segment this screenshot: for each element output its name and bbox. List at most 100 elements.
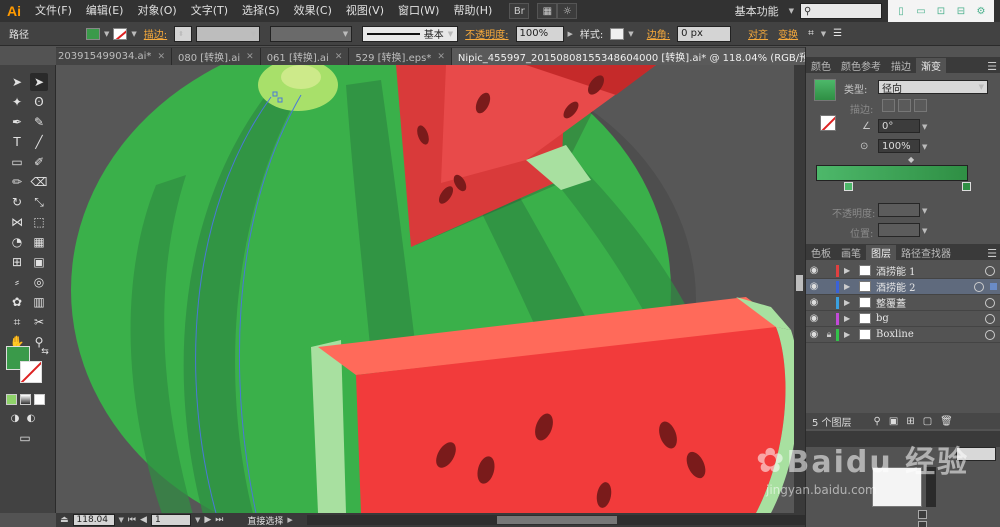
tab-doc-3[interactable]: 061 [转换].ai ✕ (260, 48, 350, 65)
free-transform-tool-icon[interactable]: ⬚ (30, 213, 48, 231)
chevron-down-icon[interactable]: ▼ (821, 30, 826, 38)
horizontal-scrollbar[interactable] (306, 515, 805, 525)
clip-checkbox[interactable] (918, 510, 927, 519)
stroke-gradient-option[interactable] (914, 99, 927, 112)
fill-swatch[interactable] (86, 27, 100, 40)
chevron-down-icon[interactable]: ▼ (922, 123, 927, 131)
aspect-ratio-field[interactable]: 100% (878, 139, 920, 153)
stroke-weight-field[interactable]: ⬍ (174, 25, 193, 42)
stop-position-field[interactable] (878, 223, 920, 237)
tab-doc-2[interactable]: 080 [转换].ai ✕ (171, 48, 261, 65)
close-icon[interactable]: ✕ (246, 52, 254, 62)
chevron-down-icon[interactable]: ▼ (131, 30, 136, 38)
opacity-field[interactable]: 100% (515, 25, 564, 42)
artboard-tool-icon[interactable]: ⌗ (8, 313, 26, 331)
first-artboard-icon[interactable]: ⏮ (128, 515, 136, 525)
selection-indicator[interactable] (990, 283, 997, 290)
lock-icon[interactable]: 🔒︎ (822, 330, 836, 340)
tab-doc-active[interactable]: Nipic_455997_20150808155348604000 [转换].a… (451, 48, 805, 65)
width-tool-icon[interactable]: ⋈ (8, 213, 26, 231)
stroke-gradient-option[interactable] (898, 99, 911, 112)
chevron-down-icon[interactable]: ▼ (922, 143, 927, 151)
opacity-label[interactable]: 不透明度: (462, 26, 511, 41)
layer-name[interactable]: 酒捞能 2 (876, 279, 974, 294)
chevron-down-icon[interactable]: ▼ (119, 516, 124, 524)
maximize-icon[interactable]: ⊡ (934, 4, 948, 18)
close-icon[interactable]: ✕ (335, 52, 343, 62)
magic-wand-tool-icon[interactable]: ✦ (8, 93, 26, 111)
gradient-tool-icon[interactable]: ▣ (30, 253, 48, 271)
stroke-swatch[interactable] (113, 27, 128, 40)
expand-triangle-icon[interactable]: ▶ (844, 330, 854, 339)
visibility-eye-icon[interactable]: ◉ (806, 281, 822, 292)
artboard-canvas[interactable] (56, 65, 805, 513)
variable-width-dropdown[interactable]: ▼ (270, 25, 353, 42)
corner-label[interactable]: 边角: (644, 26, 673, 41)
layer-target-icon[interactable] (985, 265, 995, 276)
layer-target-icon[interactable] (985, 297, 995, 308)
stroke-gradient-option[interactable] (882, 99, 895, 112)
nav-icon[interactable]: ⏏ (60, 515, 69, 525)
tab-brushes[interactable]: 画笔 (836, 245, 866, 260)
scrollbar-thumb[interactable] (496, 516, 617, 524)
arrange-docs-icon[interactable]: ▦ (537, 3, 558, 19)
layer-target-icon[interactable] (974, 281, 984, 292)
panel-menu-icon[interactable]: ☰ (830, 28, 845, 39)
scale-tool-icon[interactable]: ⤡ (30, 193, 48, 211)
gradient-type-dropdown[interactable]: 径向 ▼ (878, 80, 988, 95)
layer-name[interactable]: 酒捞能 1 (876, 263, 985, 278)
eyedropper-tool-icon[interactable]: ⸗ (8, 273, 26, 291)
column-graph-tool-icon[interactable]: ▥ (30, 293, 48, 311)
expand-triangle-icon[interactable]: ▶ (844, 314, 854, 323)
menu-file[interactable]: 文件(F) (28, 0, 79, 22)
menu-object[interactable]: 对象(O) (130, 0, 183, 22)
clipping-mask-icon[interactable]: ▣ (889, 416, 898, 427)
expand-triangle-icon[interactable]: ▶ (844, 282, 854, 291)
line-tool-icon[interactable]: ╱ (30, 133, 48, 151)
chevron-down-icon[interactable]: ▼ (922, 227, 927, 235)
menu-edit[interactable]: 编辑(E) (79, 0, 131, 22)
close-icon[interactable]: ✕ (157, 52, 165, 62)
none-mode-button[interactable] (34, 394, 45, 405)
slice-tool-icon[interactable]: ✂ (30, 313, 48, 331)
corner-field[interactable]: 0 px (677, 25, 732, 42)
chevron-down-icon[interactable]: ▼ (922, 207, 927, 215)
layer-row[interactable]: ◉ ▶ bg (806, 311, 1000, 327)
search-input[interactable]: ⚲ (800, 3, 882, 19)
gradient-mode-button[interactable] (20, 394, 31, 405)
restore-icon[interactable]: ⊟ (954, 4, 968, 18)
draw-behind-icon[interactable]: ◐ (22, 409, 40, 427)
last-artboard-icon[interactable]: ⏭ (215, 515, 223, 525)
menu-view[interactable]: 视图(V) (339, 0, 391, 22)
menu-help[interactable]: 帮助(H) (446, 0, 499, 22)
panel-menu-icon[interactable]: ☰ (983, 60, 1000, 73)
menu-select[interactable]: 选择(S) (235, 0, 287, 22)
lasso-tool-icon[interactable]: ʘ (30, 93, 48, 111)
screen-mode-icon[interactable]: ▭ (16, 429, 34, 447)
visibility-eye-icon[interactable]: ◉ (806, 297, 822, 308)
align-link[interactable]: 对齐 (745, 26, 771, 41)
close-icon[interactable]: ✕ (437, 52, 445, 62)
settings-icon[interactable]: ⚙ (974, 4, 988, 18)
gradient-stop-start[interactable] (844, 182, 853, 191)
pen-tool-icon[interactable]: ✒ (8, 113, 26, 131)
visibility-eye-icon[interactable]: ◉ (806, 313, 822, 324)
next-artboard-icon[interactable]: ▶ (204, 515, 211, 525)
locate-object-icon[interactable]: ⚲ (874, 416, 881, 427)
tab-layers[interactable]: 图层 (866, 245, 896, 260)
type-tool-icon[interactable]: T (8, 133, 26, 151)
menu-type[interactable]: 文字(T) (184, 0, 235, 22)
menu-effect[interactable]: 效果(C) (287, 0, 339, 22)
layer-target-icon[interactable] (985, 313, 995, 324)
chevron-down-icon[interactable]: ▼ (628, 30, 633, 38)
gradient-slider[interactable] (816, 165, 968, 181)
sync-icon[interactable]: ▯ (894, 4, 908, 18)
layer-row[interactable]: ◉ ▶ 酒捞能 2 (806, 279, 1000, 295)
graphic-style-swatch[interactable] (610, 27, 625, 40)
minimize-icon[interactable]: ▭ (914, 4, 928, 18)
angle-field[interactable]: 0° (878, 119, 920, 133)
rotate-tool-icon[interactable]: ↻ (8, 193, 26, 211)
rectangle-tool-icon[interactable]: ▭ (8, 153, 26, 171)
new-layer-icon[interactable]: ▢ (923, 416, 932, 427)
midpoint-diamond-icon[interactable]: ◆ (908, 155, 914, 164)
